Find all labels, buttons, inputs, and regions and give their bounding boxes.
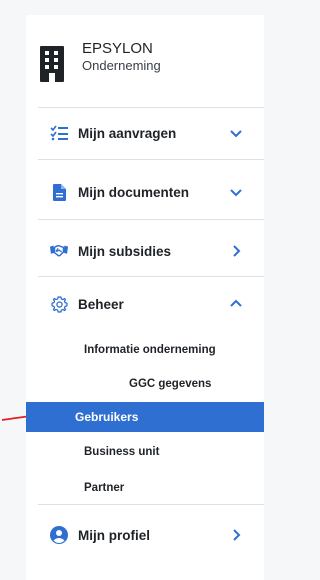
submenu-item-informatie-onderneming[interactable]: Informatie onderneming: [26, 335, 264, 365]
divider: [38, 219, 264, 220]
submenu-label: Gebruikers: [75, 410, 139, 424]
submenu-label: Partner: [84, 482, 125, 494]
chevron-right-icon[interactable]: [230, 529, 242, 541]
nav-label: Mijn aanvragen: [78, 125, 177, 141]
list-check-icon: [50, 124, 68, 142]
divider: [38, 276, 264, 277]
gear-icon: [50, 295, 68, 313]
submenu-label: GGC gegevens: [129, 378, 212, 390]
company-header: EPSYLON Onderneming: [38, 40, 161, 82]
nav-label: Mijn profiel: [78, 527, 150, 543]
chevron-right-icon[interactable]: [230, 245, 242, 257]
nav-item-mijn-documenten[interactable]: Mijn documenten: [26, 172, 264, 212]
chevron-down-icon[interactable]: [230, 127, 242, 139]
nav-item-mijn-profiel[interactable]: Mijn profiel: [26, 515, 264, 555]
building-icon: [40, 46, 64, 82]
submenu-item-partner[interactable]: Partner: [26, 473, 264, 503]
nav-item-mijn-aanvragen[interactable]: Mijn aanvragen: [26, 113, 264, 153]
company-type: Onderneming: [82, 58, 161, 73]
sidebar-panel: EPSYLON Onderneming Mijn aanvragen Mijn …: [26, 15, 264, 580]
nav-item-mijn-subsidies[interactable]: Mijn subsidies: [26, 231, 264, 271]
chevron-down-icon[interactable]: [230, 186, 242, 198]
submenu-label: Informatie onderneming: [84, 344, 216, 356]
chevron-up-icon[interactable]: [230, 298, 242, 310]
divider: [38, 159, 264, 160]
handshake-icon: [50, 242, 68, 260]
submenu-item-ggc-gegevens[interactable]: GGC gegevens: [26, 369, 264, 399]
document-icon: [50, 183, 68, 201]
divider: [38, 107, 264, 108]
nav-item-beheer[interactable]: Beheer: [26, 284, 264, 324]
company-name: EPSYLON: [82, 40, 153, 57]
submenu-item-gebruikers[interactable]: Gebruikers: [26, 402, 264, 432]
user-circle-icon: [50, 526, 68, 544]
nav-label: Mijn documenten: [78, 184, 189, 200]
nav-label: Beheer: [78, 296, 124, 312]
nav-label: Mijn subsidies: [78, 243, 172, 259]
submenu-item-business-unit[interactable]: Business unit: [26, 437, 264, 467]
submenu-label: Business unit: [84, 446, 160, 458]
divider: [38, 504, 264, 505]
